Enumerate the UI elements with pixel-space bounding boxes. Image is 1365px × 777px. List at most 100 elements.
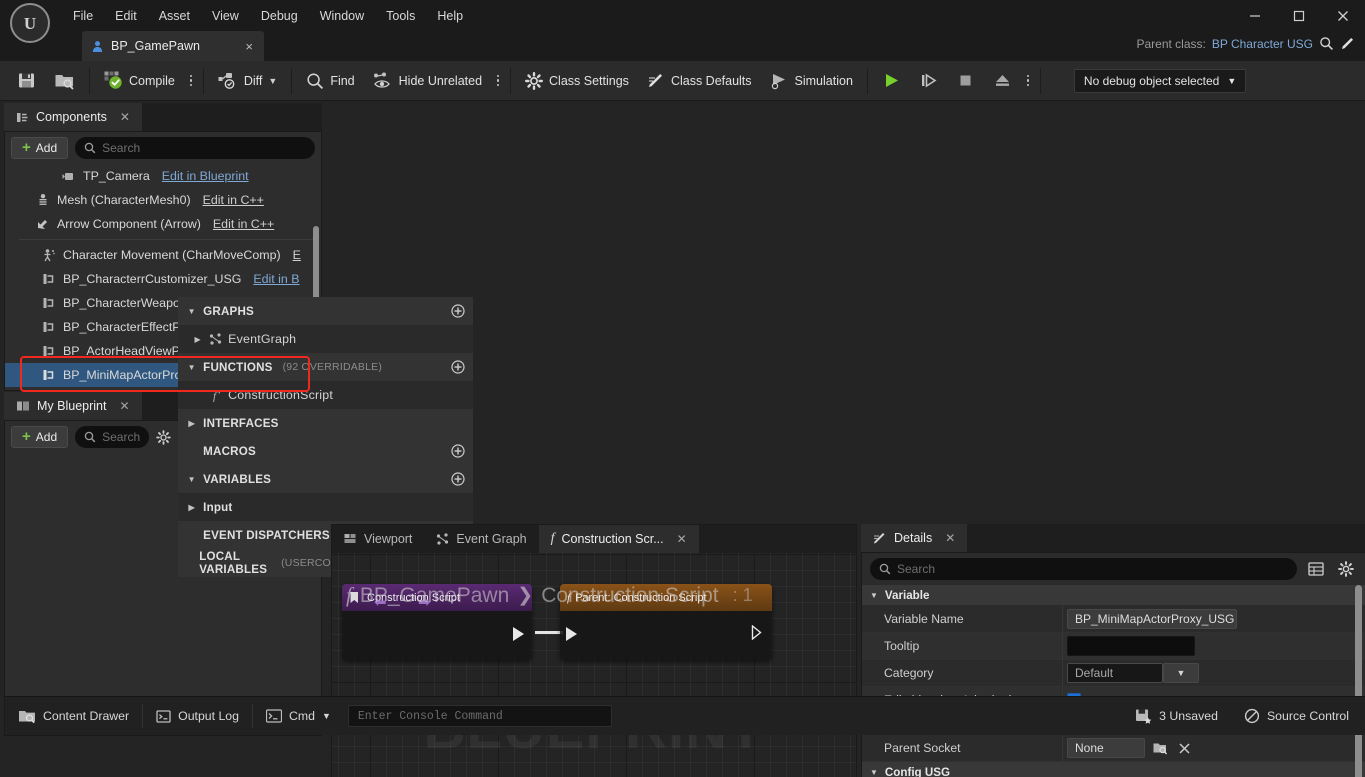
exec-output-pin[interactable] (513, 627, 524, 641)
console-command-input[interactable]: Enter Console Command (347, 705, 612, 727)
compile-button[interactable]: Compile (95, 64, 184, 98)
section-interfaces[interactable]: ▶ INTERFACES (178, 409, 474, 437)
parent-socket-value[interactable]: None (1067, 738, 1145, 758)
myblueprint-add-button[interactable]: + Add (11, 426, 69, 448)
menu-asset[interactable]: Asset (148, 5, 201, 27)
section-functions[interactable]: ▼ FUNCTIONS (92 OVERRIDABLE) (178, 353, 474, 381)
tab-event-graph[interactable]: Event Graph (424, 525, 538, 553)
column-view-icon[interactable] (1305, 558, 1327, 580)
list-item[interactable]: Arrow Component (Arrow) Edit in C++ (5, 212, 321, 236)
unreal-logo-icon[interactable]: U (10, 3, 50, 43)
content-drawer-button[interactable]: Content Drawer (5, 697, 142, 736)
debug-object-dropdown[interactable]: No debug object selected ▼ (1073, 68, 1247, 93)
clear-x-icon[interactable] (1176, 740, 1193, 757)
tab-details[interactable]: Details ✕ (861, 524, 968, 552)
asset-tab-bp-gamepawn[interactable]: BP_GamePawn × (82, 31, 264, 61)
asset-tab-close-icon[interactable]: × (242, 39, 256, 54)
caret-right-icon[interactable]: ▶ (186, 503, 197, 512)
tab-viewport[interactable]: Viewport (332, 525, 424, 553)
save-button[interactable] (8, 64, 45, 98)
gear-icon[interactable] (1335, 558, 1357, 580)
diff-button[interactable]: Diff ▼ (209, 64, 286, 98)
menu-file[interactable]: File (62, 5, 104, 27)
maximize-icon[interactable] (1277, 0, 1321, 31)
node-construction-script[interactable]: Construction Script ⬅ ➡ (342, 584, 532, 660)
list-item[interactable]: Character Movement (CharMoveComp) E (5, 243, 321, 267)
play-options-kebab[interactable] (1021, 74, 1035, 87)
add-variable-icon[interactable] (451, 472, 465, 486)
output-log-button[interactable]: Output Log (143, 697, 252, 736)
add-macro-icon[interactable] (451, 444, 465, 458)
components-add-button[interactable]: + Add (11, 137, 69, 159)
section-macros[interactable]: MACROS (178, 437, 474, 465)
step-button[interactable] (910, 64, 947, 98)
category-dropdown[interactable]: Default (1067, 663, 1163, 683)
details-search-input[interactable]: Search (870, 558, 1297, 580)
tab-close-icon[interactable]: ✕ (677, 532, 687, 546)
list-item[interactable]: TP_Camera Edit in Blueprint (5, 164, 321, 188)
menu-view[interactable]: View (201, 5, 250, 27)
cmd-dropdown[interactable]: Cmd ▼ (253, 697, 344, 736)
menu-tools[interactable]: Tools (375, 5, 426, 27)
unsaved-button[interactable]: 3 Unsaved (1122, 697, 1231, 736)
gear-icon[interactable] (156, 429, 171, 445)
section-variable[interactable]: ▼ Variable (862, 585, 1365, 606)
myblueprint-tab-close-icon[interactable]: ✕ (119, 399, 129, 413)
add-graph-icon[interactable] (451, 304, 465, 318)
graph-options-kebab[interactable] (491, 74, 505, 87)
variable-name-input[interactable]: BP_MiniMapActorProxy_USG (1067, 609, 1237, 629)
browse-content-button[interactable] (45, 64, 84, 98)
details-scrollbar[interactable] (1355, 585, 1362, 777)
compile-options-kebab[interactable] (184, 74, 198, 87)
eject-button[interactable] (984, 64, 1021, 98)
menu-edit[interactable]: Edit (104, 5, 148, 27)
edit-link[interactable]: Edit in B (253, 272, 299, 286)
add-function-icon[interactable] (451, 360, 465, 374)
menu-help[interactable]: Help (426, 5, 474, 27)
item-construction-script[interactable]: f ConstructionScript (178, 381, 474, 409)
edit-link[interactable]: E (293, 248, 301, 262)
tab-construction-script[interactable]: f Construction Scr... ✕ (538, 525, 699, 553)
menu-window[interactable]: Window (309, 5, 375, 27)
close-icon[interactable] (1321, 0, 1365, 31)
class-defaults-button[interactable]: Class Defaults (638, 64, 761, 98)
item-event-graph[interactable]: ▶ EventGraph (178, 325, 474, 353)
graph-canvas[interactable]: BLUEPRINT Construction Script ⬅ ➡ f (332, 553, 856, 777)
edit-link[interactable]: Edit in C++ (203, 193, 264, 207)
browse-icon[interactable] (1152, 740, 1169, 757)
chevron-down-icon[interactable]: ▼ (1163, 663, 1199, 683)
section-input[interactable]: ▶ Input (178, 493, 474, 521)
details-tab-close-icon[interactable]: ✕ (945, 531, 955, 545)
tab-components[interactable]: Components ✕ (4, 103, 142, 131)
caret-right-icon[interactable]: ▶ (186, 419, 197, 428)
components-tab-close-icon[interactable]: ✕ (120, 110, 130, 124)
list-item[interactable]: BP_CharacterrCustomizer_USG Edit in B (5, 267, 321, 291)
section-graphs[interactable]: ▼ GRAPHS (178, 297, 474, 325)
stop-button[interactable] (947, 64, 984, 98)
exec-input-pin[interactable] (566, 627, 577, 641)
edit-link[interactable]: Edit in C++ (213, 217, 274, 231)
parent-class-link[interactable]: BP Character USG (1212, 37, 1313, 51)
pencil-icon[interactable] (1340, 36, 1355, 51)
exec-output-pin[interactable] (751, 625, 763, 640)
section-variables[interactable]: ▼ VARIABLES (178, 465, 474, 493)
components-search-input[interactable]: Search (75, 137, 315, 159)
hide-unrelated-button[interactable]: Hide Unrelated (364, 64, 491, 98)
details-body[interactable]: ▼ Variable Variable Name BP_MiniMapActor… (862, 585, 1365, 777)
list-item[interactable]: Mesh (CharacterMesh0) Edit in C++ (5, 188, 321, 212)
play-button[interactable] (873, 64, 910, 98)
caret-right-icon[interactable]: ▶ (192, 335, 203, 344)
minimize-icon[interactable] (1233, 0, 1277, 31)
section-config-usg[interactable]: ▼ Config USG (862, 762, 1365, 777)
find-button[interactable]: Find (297, 64, 363, 98)
tooltip-input[interactable] (1067, 636, 1195, 656)
simulation-button[interactable]: Simulation (761, 64, 862, 98)
edit-link[interactable]: Edit in Blueprint (162, 169, 249, 183)
tab-my-blueprint[interactable]: My Blueprint ✕ (4, 392, 142, 420)
node-parent-construction-script[interactable]: f Parent: Construction Script (560, 584, 772, 660)
class-settings-button[interactable]: Class Settings (516, 64, 638, 98)
search-icon[interactable] (1319, 36, 1334, 51)
menu-debug[interactable]: Debug (250, 5, 309, 27)
source-control-button[interactable]: Source Control (1231, 697, 1362, 736)
myblueprint-search-input[interactable]: Search (75, 426, 150, 448)
